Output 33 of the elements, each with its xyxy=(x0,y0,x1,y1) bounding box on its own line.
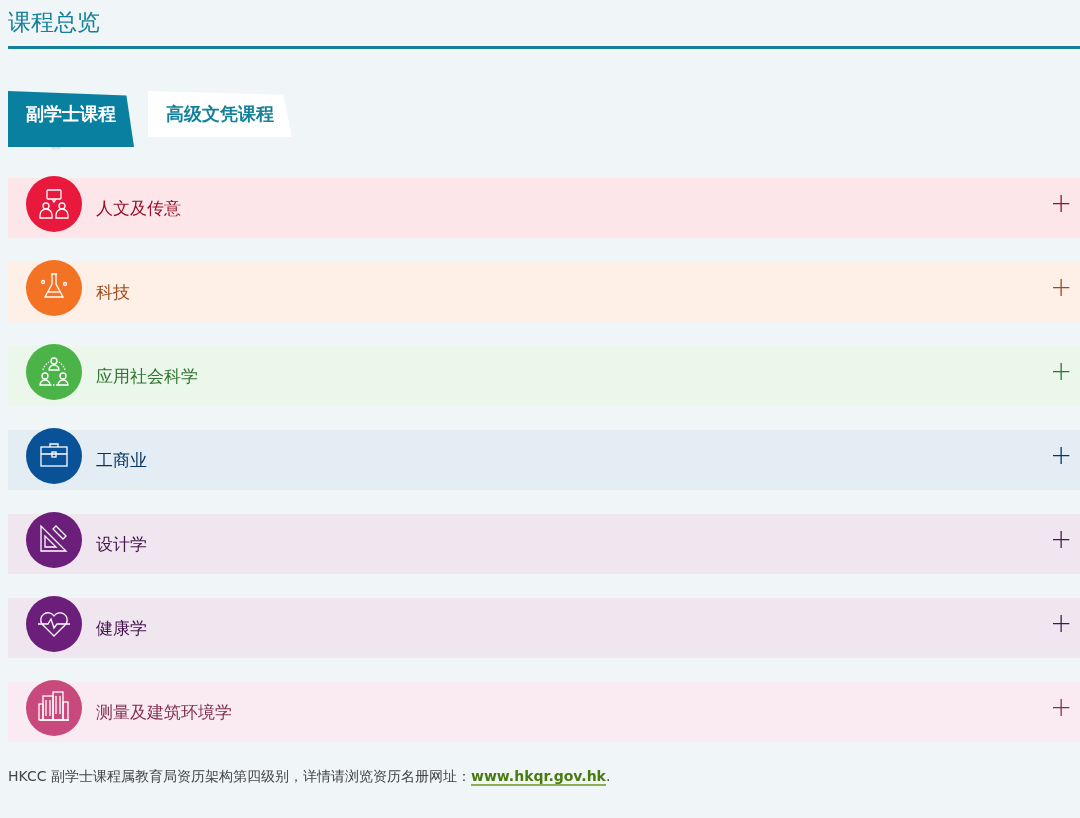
expand-toggle[interactable]: + xyxy=(1050,272,1072,302)
category-name: 工商业 xyxy=(96,448,148,472)
expand-toggle[interactable]: + xyxy=(1050,356,1072,386)
tab[interactable]: 高级文凭课程 xyxy=(148,91,292,137)
expand-toggle[interactable]: + xyxy=(1050,524,1072,554)
category-name: 应用社会科学 xyxy=(96,364,199,388)
category-row[interactable]: 工商业 + xyxy=(8,430,1080,490)
briefcase-icon xyxy=(26,428,82,484)
page-title: 课程总览 xyxy=(8,0,1080,49)
expand-toggle[interactable]: + xyxy=(1050,608,1072,638)
flask-icon xyxy=(26,260,82,316)
qr-website-link[interactable]: www.hkqr.gov.hk xyxy=(470,768,606,786)
buildings-icon xyxy=(26,680,82,736)
category-name: 测量及建筑环境学 xyxy=(96,700,233,724)
expand-toggle[interactable]: + xyxy=(1050,440,1072,470)
category-name: 设计学 xyxy=(96,532,148,556)
people-speech-icon xyxy=(26,176,82,232)
heartbeat-icon xyxy=(26,596,82,652)
expand-toggle[interactable]: + xyxy=(1050,188,1072,218)
category-name: 健康学 xyxy=(96,616,148,640)
category-row[interactable]: 健康学 + xyxy=(8,598,1080,658)
footer-note: HKCC 副学士课程属教育局资历架构第四级别，详情请浏览资历名册网址：www.hkqr.gov.hk. xyxy=(8,768,612,786)
category-name: 科技 xyxy=(96,280,131,304)
category-row[interactable]: 应用社会科学 + xyxy=(8,346,1080,406)
category-row[interactable]: 人文及传意 + xyxy=(8,178,1080,238)
category-row[interactable]: 测量及建筑环境学 + xyxy=(8,682,1080,742)
people-network-icon xyxy=(26,344,82,400)
category-row[interactable]: 设计学 + xyxy=(8,514,1080,574)
category-row[interactable]: 科技 + xyxy=(8,262,1080,322)
set-square-pencil-icon xyxy=(26,512,82,568)
tab[interactable]: 副学士课程 xyxy=(8,91,134,147)
category-name: 人文及传意 xyxy=(96,196,182,220)
expand-toggle[interactable]: + xyxy=(1050,692,1072,722)
